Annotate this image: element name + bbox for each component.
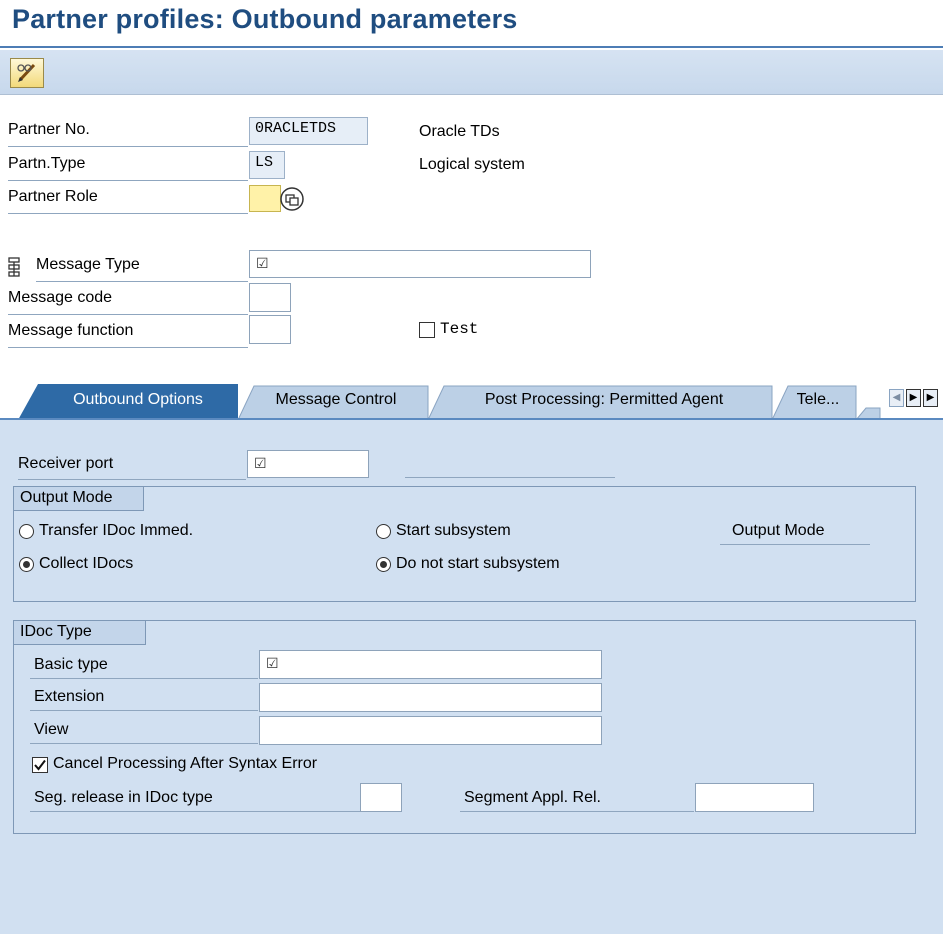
tab-scroll-controls: ◀ ▶ ▶	[889, 389, 943, 409]
title-divider	[0, 46, 943, 48]
checkmark-icon	[34, 759, 46, 771]
receiver-port-field[interactable]: ☑	[247, 450, 369, 478]
partner-role-field[interactable]	[249, 185, 281, 212]
output-mode-group-title: Output Mode	[14, 487, 144, 511]
tab-list-button[interactable]: ▶	[923, 389, 938, 407]
collect-idocs-label: Collect IDocs	[39, 555, 134, 572]
view-field[interactable]	[259, 716, 602, 745]
partner-role-label: Partner Role	[8, 188, 248, 214]
segment-appl-rel-label: Segment Appl. Rel.	[460, 789, 694, 812]
tab-strip: Outbound Options Message Control Post Pr…	[0, 382, 943, 420]
page-title: Partner profiles: Outbound parameters	[12, 4, 518, 34]
tab-scroll-right-button[interactable]: ▶	[906, 389, 921, 407]
basic-type-field[interactable]: ☑	[259, 650, 602, 679]
tab-telephony[interactable]: Tele...	[784, 384, 852, 420]
partn-type-label: Partn.Type	[8, 155, 248, 181]
do-not-start-subsystem-label: Do not start subsystem	[396, 555, 560, 572]
partn-type-field[interactable]: LS	[249, 151, 285, 179]
cancel-processing-checkbox[interactable]	[32, 757, 48, 773]
application-toolbar	[0, 50, 943, 95]
do-not-start-subsystem-radio[interactable]	[376, 557, 391, 572]
partner-no-label: Partner No.	[8, 121, 248, 147]
tab-outbound-options[interactable]: Outbound Options	[38, 384, 238, 420]
collect-idocs-radio[interactable]	[19, 557, 34, 572]
view-label: View	[30, 721, 258, 744]
transfer-idoc-immed-radio[interactable]	[19, 524, 34, 539]
tab-message-control[interactable]: Message Control	[250, 384, 422, 420]
cancel-processing-label: Cancel Processing After Syntax Error	[53, 755, 318, 772]
transfer-idoc-immed-label: Transfer IDoc Immed.	[39, 522, 194, 539]
receiver-port-label: Receiver port	[18, 455, 246, 480]
seg-release-label: Seg. release in IDoc type	[30, 789, 360, 812]
partner-no-field[interactable]: 0RACLETDS	[249, 117, 368, 145]
message-function-field[interactable]	[249, 315, 291, 344]
tab-scroll-left-button[interactable]: ◀	[889, 389, 904, 407]
basic-type-label: Basic type	[30, 656, 258, 679]
display-change-button[interactable]	[10, 58, 44, 88]
segment-appl-rel-field[interactable]	[695, 783, 814, 812]
idoc-type-group-title: IDoc Type	[14, 621, 146, 645]
hierarchy-icon	[8, 257, 20, 277]
extension-label: Extension	[30, 688, 258, 711]
required-entry-icon: ☑	[266, 655, 279, 671]
search-help-icon	[280, 187, 304, 211]
partn-type-description: Logical system	[419, 156, 525, 173]
required-entry-icon: ☑	[254, 455, 267, 471]
test-label: Test	[440, 320, 479, 338]
extension-field[interactable]	[259, 683, 602, 712]
partner-no-description: Oracle TDs	[419, 123, 500, 140]
test-checkbox[interactable]	[419, 322, 435, 338]
seg-release-field[interactable]	[360, 783, 402, 812]
start-subsystem-label: Start subsystem	[396, 522, 511, 539]
message-type-field[interactable]: ☑	[249, 250, 591, 278]
start-subsystem-radio[interactable]	[376, 524, 391, 539]
tab-post-processing[interactable]: Post Processing: Permitted Agent	[440, 384, 768, 420]
pencil-glasses-icon	[17, 63, 36, 82]
required-entry-icon: ☑	[256, 255, 269, 271]
message-code-field[interactable]	[249, 283, 291, 312]
message-code-label: Message code	[8, 289, 248, 315]
output-mode-label: Output Mode	[720, 522, 870, 545]
message-type-label: Message Type	[36, 256, 248, 282]
receiver-port-description-line	[405, 477, 615, 478]
message-function-label: Message function	[8, 322, 248, 348]
search-help-button[interactable]	[279, 186, 305, 212]
